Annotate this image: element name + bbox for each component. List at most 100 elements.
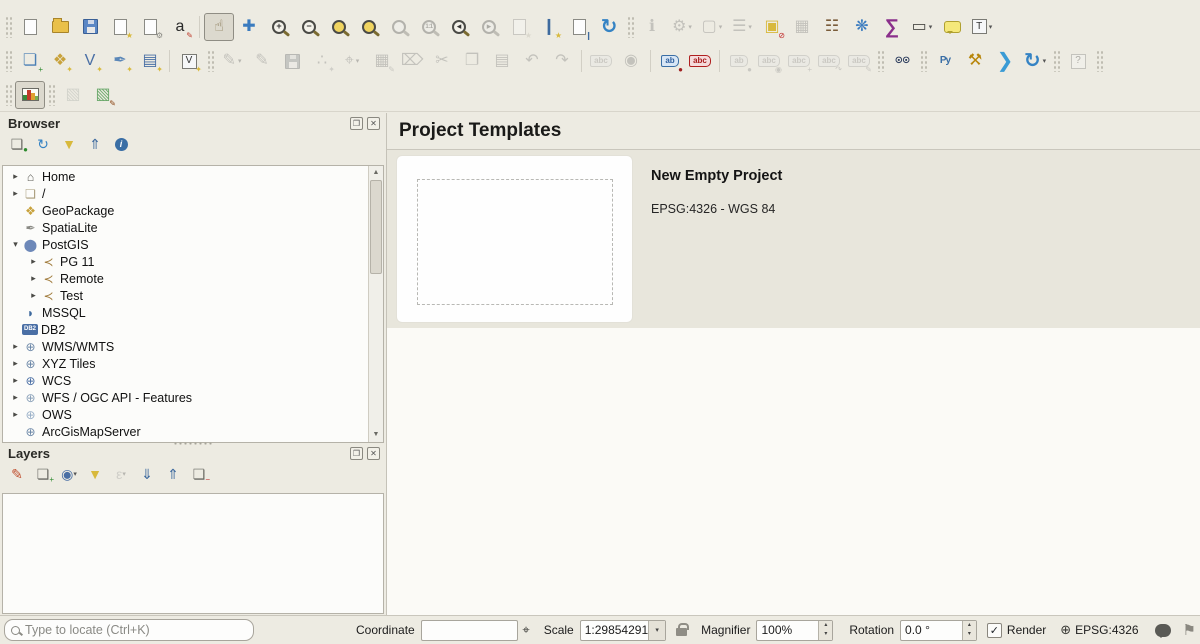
- spin-down-icon[interactable]: ▾: [819, 630, 832, 640]
- python-console-icon[interactable]: Py: [930, 47, 960, 75]
- toolbar-grip[interactable]: [5, 16, 12, 38]
- vertex-tool-icon[interactable]: ⌖ ▾: [337, 47, 367, 75]
- browser-item-mssql[interactable]: ◗ MSSQL: [3, 304, 368, 321]
- spin-up-icon[interactable]: ▴: [963, 621, 976, 631]
- expand-arrow-icon[interactable]: ▸: [9, 392, 22, 403]
- properties-widget-icon[interactable]: i: [110, 134, 132, 154]
- cut-features-icon[interactable]: ✂: [427, 47, 457, 75]
- toolbar-grip[interactable]: [207, 50, 214, 72]
- toolbar-grip[interactable]: [1096, 50, 1103, 72]
- deselect-all-features-icon[interactable]: ▣ ⊘: [757, 13, 787, 41]
- processing-toolbox-icon[interactable]: ❋: [847, 13, 877, 41]
- scale-combo[interactable]: 1:29854291 ▾: [580, 620, 666, 641]
- filter-by-expression-icon[interactable]: ε ▾: [110, 464, 132, 484]
- toggle-editing-icon[interactable]: ✎: [247, 47, 277, 75]
- zoom-next-icon[interactable]: ▸: [474, 13, 504, 41]
- add-record-icon[interactable]: ∴ ✦: [307, 47, 337, 75]
- new-spatialite-layer-icon[interactable]: ✒ ✦: [105, 47, 135, 75]
- close-panel-icon[interactable]: ✕: [367, 117, 380, 130]
- toolbar-grip[interactable]: [920, 50, 927, 72]
- open-project-icon[interactable]: [45, 13, 75, 41]
- browser-item-remote[interactable]: ▸ ≺ Remote: [3, 270, 368, 287]
- pan-map-icon[interactable]: ☝: [204, 13, 234, 41]
- rotate-label-icon[interactable]: abc ↷: [814, 47, 844, 75]
- scale-dropdown-icon[interactable]: ▾: [648, 621, 665, 640]
- magnifier-spinner[interactable]: ▴ ▾: [818, 621, 832, 640]
- style-manager-icon[interactable]: a ✎: [165, 13, 195, 41]
- map-plugin-1-icon[interactable]: ▧: [58, 81, 88, 109]
- remove-layer-icon[interactable]: ❏ −: [188, 464, 210, 484]
- zoom-last-icon[interactable]: ◂: [444, 13, 474, 41]
- rotation-spinner[interactable]: ▴ ▾: [962, 621, 976, 640]
- open-attribute-table-icon[interactable]: ▦: [787, 13, 817, 41]
- toolbar-grip[interactable]: [877, 50, 884, 72]
- toolbar-grip[interactable]: [48, 84, 55, 106]
- identify-features-icon[interactable]: ℹ: [637, 13, 667, 41]
- refresh-map-icon[interactable]: ↻: [594, 13, 624, 41]
- copy-features-icon[interactable]: ❐: [457, 47, 487, 75]
- show-layout-manager-icon[interactable]: ⚙: [135, 13, 165, 41]
- browser-item-postgis[interactable]: ▾ ⬤ PostGIS: [3, 236, 368, 253]
- messages-icon[interactable]: [1155, 624, 1171, 637]
- statistics-summary-icon[interactable]: ∑: [877, 13, 907, 41]
- browser-item-pg11[interactable]: ▸ ≺ PG 11: [3, 253, 368, 270]
- new-temporary-scratch-layer-icon[interactable]: ▤ ✦: [135, 47, 165, 75]
- pan-to-selection-icon[interactable]: ✚: [234, 13, 264, 41]
- render-checkbox[interactable]: ✓: [987, 623, 1002, 638]
- filter-legend-icon[interactable]: ▼: [84, 464, 106, 484]
- select-features-icon[interactable]: ▢ ▾: [697, 13, 727, 41]
- browser-item-wcs[interactable]: ▸ ⊕ WCS: [3, 372, 368, 389]
- map-plugin-2-icon[interactable]: ▧ ✎: [88, 81, 118, 109]
- coordinate-field[interactable]: [421, 620, 519, 641]
- reload-plugin-icon[interactable]: ↻ ▾: [1020, 47, 1050, 75]
- refresh-browser-icon[interactable]: ↻: [32, 134, 54, 154]
- delete-selected-icon[interactable]: ⌦: [397, 47, 427, 75]
- pin-labels-icon[interactable]: ◉: [616, 47, 646, 75]
- browser-item-root[interactable]: ▸ ❏ /: [3, 185, 368, 202]
- coordinate-input[interactable]: [426, 623, 514, 637]
- new-geopackage-layer-icon[interactable]: ❖ ✦: [45, 47, 75, 75]
- magnifier-field[interactable]: 100% ▴ ▾: [756, 620, 833, 641]
- text-annotation-icon[interactable]: T ▾: [967, 13, 997, 41]
- float-panel-icon[interactable]: ❐: [350, 447, 363, 460]
- toolbar-grip[interactable]: [5, 50, 12, 72]
- lock-scale-icon[interactable]: [676, 628, 687, 636]
- expand-arrow-icon[interactable]: ▸: [9, 171, 22, 182]
- browser-item-geopackage[interactable]: ❖ GeoPackage: [3, 202, 368, 219]
- layer-labeling-icon[interactable]: abc: [586, 47, 616, 75]
- run-feature-action-icon[interactable]: ⚙ ▾: [667, 13, 697, 41]
- expand-arrow-icon[interactable]: ▸: [9, 358, 22, 369]
- change-label-icon[interactable]: abc ✎: [844, 47, 874, 75]
- spin-down-icon[interactable]: ▾: [963, 630, 976, 640]
- browser-item-test[interactable]: ▸ ≺ Test: [3, 287, 368, 304]
- manage-map-themes-icon[interactable]: ◉ ▾: [58, 464, 80, 484]
- layer-labeling-options-icon[interactable]: ab ●: [655, 47, 685, 75]
- field-calculator-icon[interactable]: ☷: [817, 13, 847, 41]
- float-panel-icon[interactable]: ❐: [350, 117, 363, 130]
- select-by-value-icon[interactable]: ☰ ▾: [727, 13, 757, 41]
- toolbar-grip[interactable]: [5, 84, 12, 106]
- map-tips-icon[interactable]: [937, 13, 967, 41]
- metasearch-icon[interactable]: ⊙⊙: [887, 47, 917, 75]
- expand-arrow-icon[interactable]: ▸: [27, 256, 40, 267]
- pin-unpin-labels-icon[interactable]: ab ●: [724, 47, 754, 75]
- new-spatial-bookmark-icon[interactable]: ★: [504, 13, 534, 41]
- layers-list-empty[interactable]: [2, 493, 384, 614]
- browser-item-ows[interactable]: ▸ ⊕ OWS: [3, 406, 368, 423]
- expand-arrow-icon[interactable]: ▸: [9, 188, 22, 199]
- measure-icon[interactable]: ▭ ▾: [907, 13, 937, 41]
- bookmark-manager-icon[interactable]: ❙: [564, 13, 594, 41]
- forward-arrow-icon[interactable]: ❯: [990, 47, 1020, 75]
- save-layer-edits-icon[interactable]: [277, 47, 307, 75]
- redo-icon[interactable]: ↷: [547, 47, 577, 75]
- show-hide-labels-icon[interactable]: abc ◉: [754, 47, 784, 75]
- browser-item-db2[interactable]: DB2 DB2: [3, 321, 368, 338]
- crs-status-button[interactable]: ⊕ EPSG:4326: [1060, 622, 1138, 638]
- move-label-icon[interactable]: abc +: [784, 47, 814, 75]
- locator-input[interactable]: [25, 623, 247, 637]
- layer-diagram-options-icon[interactable]: abc: [685, 47, 715, 75]
- toolbar-grip[interactable]: [627, 16, 634, 38]
- expand-all-icon[interactable]: ⇓: [136, 464, 158, 484]
- spin-up-icon[interactable]: ▴: [819, 621, 832, 631]
- zoom-in-icon[interactable]: +: [264, 13, 294, 41]
